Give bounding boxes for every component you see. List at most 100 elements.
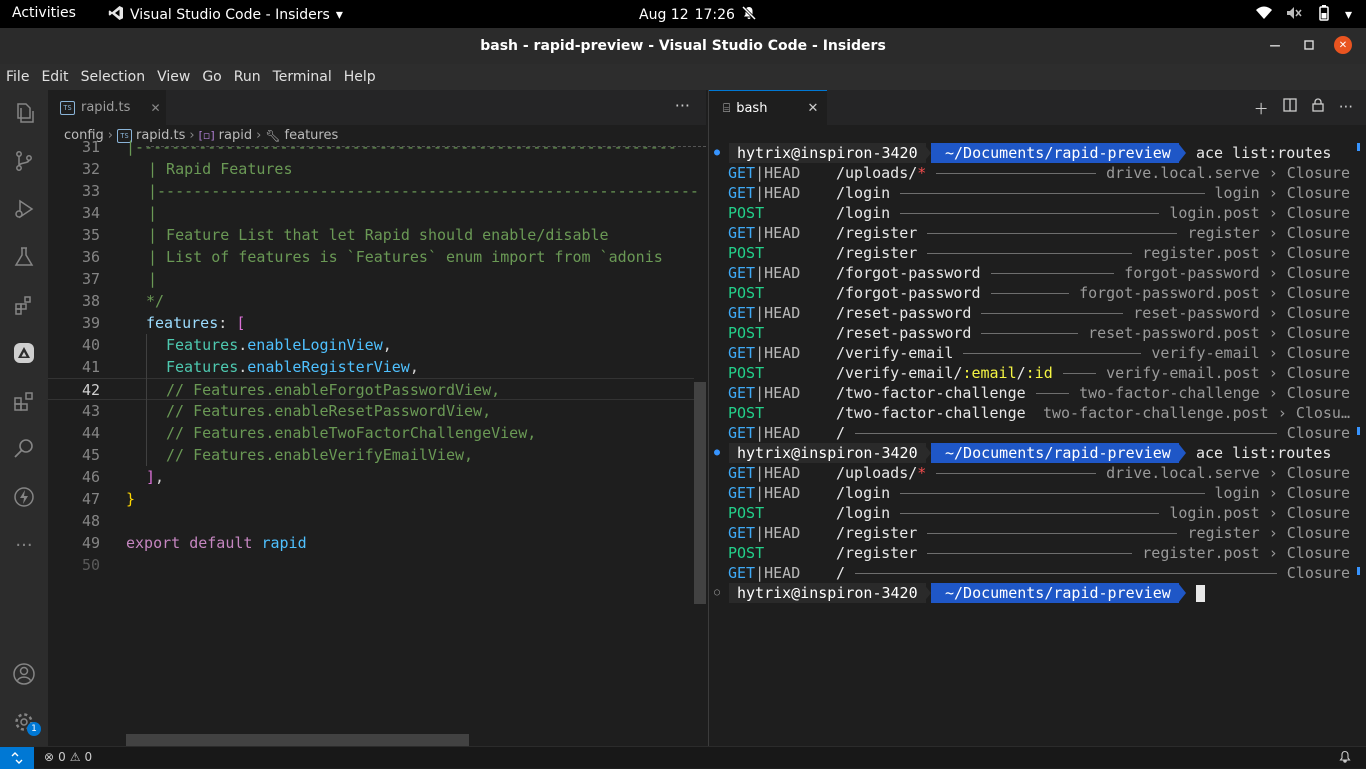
terminal-command: ace list:routes xyxy=(1196,444,1332,462)
route-leader-line xyxy=(981,313,1123,314)
route-row: GET|HEAD/reset-password reset-password › … xyxy=(709,303,1366,323)
close-tab-icon[interactable]: ✕ xyxy=(150,101,160,115)
more-icon[interactable]: ··· xyxy=(11,532,37,558)
terminal-actions: ＋ ··· xyxy=(1254,98,1353,119)
terminal-cursor xyxy=(1196,585,1205,602)
lock-icon[interactable] xyxy=(1311,98,1325,119)
route-row: GET|HEAD/login login › Closure xyxy=(709,483,1366,503)
caret-down-icon: ▾ xyxy=(335,7,343,23)
editor-horizontal-scrollbar[interactable] xyxy=(126,734,469,746)
terminal-command: ace list:routes xyxy=(1196,144,1332,162)
new-terminal-plus-icon[interactable]: ＋ xyxy=(1254,98,1269,119)
source-control-icon[interactable] xyxy=(11,148,37,174)
remote-indicator-icon[interactable] xyxy=(0,747,34,769)
search-icon[interactable] xyxy=(11,436,37,462)
route-path: /reset-password xyxy=(836,304,972,322)
menu-terminal[interactable]: Terminal xyxy=(267,69,338,85)
clock[interactable]: Aug 12 17:26 xyxy=(639,5,757,25)
command-status-dot-icon[interactable]: ● xyxy=(714,443,720,463)
route-path: /register xyxy=(836,224,918,242)
wifi-icon xyxy=(1255,5,1273,25)
close-tab-icon[interactable]: ✕ xyxy=(807,101,818,116)
extensions-icon[interactable] xyxy=(11,292,37,318)
route-path: /login xyxy=(836,504,891,522)
route-path: /register xyxy=(836,244,918,262)
route-methods: POST xyxy=(728,324,765,342)
route-handler: drive.local.serve › Closure xyxy=(1106,464,1350,482)
route-row: GET|HEAD/forgot-password forgot-password … xyxy=(709,263,1366,283)
notifications-bell-icon[interactable] xyxy=(1338,750,1352,767)
system-tray[interactable]: ▾ xyxy=(1255,4,1352,26)
editor-tab-bar: TS rapid.ts ✕ ··· xyxy=(48,90,706,125)
route-row: POST/reset-password reset-password.post ›… xyxy=(709,323,1366,343)
route-path: /register xyxy=(836,544,918,562)
route-leader-line xyxy=(855,573,1277,574)
menu-run[interactable]: Run xyxy=(228,69,267,85)
battery-icon xyxy=(1315,4,1333,26)
tab-rapid-ts[interactable]: TS rapid.ts ✕ xyxy=(48,90,166,125)
code-line: 40 Features.enableLoginView, xyxy=(81,336,392,354)
editor-vertical-scrollbar[interactable] xyxy=(694,382,706,604)
activities-button[interactable]: Activities xyxy=(12,5,76,21)
code-line: 45// Features.enableVerifyEmailView, xyxy=(81,446,474,464)
split-terminal-icon[interactable] xyxy=(1283,98,1297,119)
prompt-cwd: ~/Documents/rapid-preview xyxy=(931,143,1179,163)
code-line: 47} xyxy=(81,490,136,508)
code-line: 34 | xyxy=(81,204,158,222)
account-icon[interactable] xyxy=(11,661,37,687)
editor-more-actions-icon[interactable]: ··· xyxy=(675,96,690,115)
activity-bar: ··· 1 xyxy=(0,90,48,746)
code-line: 39 features: [ xyxy=(81,314,246,332)
route-handler: register.post › Closure xyxy=(1142,244,1350,262)
route-row: POST/register register.post › Closure xyxy=(709,243,1366,263)
app-menu[interactable]: Visual Studio Code - Insiders ▾ xyxy=(108,5,343,25)
explorer-icon[interactable] xyxy=(11,100,37,126)
menu-help[interactable]: Help xyxy=(338,69,382,85)
close-window-button[interactable]: ✕ xyxy=(1334,36,1352,54)
menu-go[interactable]: Go xyxy=(196,69,227,85)
minimize-button[interactable]: — xyxy=(1266,36,1284,54)
prompt-separator-icon xyxy=(923,443,931,463)
window-controls: — ✕ xyxy=(1266,36,1352,54)
route-methods: GET|HEAD xyxy=(728,304,801,322)
code-line: 38 */ xyxy=(81,292,165,310)
run-debug-icon[interactable] xyxy=(11,196,37,222)
route-path: /two-factor-challenge xyxy=(836,404,1026,422)
code-line: 44// Features.enableTwoFactorChallengeVi… xyxy=(81,424,537,442)
route-methods: POST xyxy=(728,404,765,422)
code-area[interactable]: 31 |-------------------------------------… xyxy=(48,138,706,728)
editor-pane: TS rapid.ts ✕ ··· config › TS rapid.ts ›… xyxy=(48,90,706,746)
terminal-prompt: ○ hytrix@inspiron-3420 ~/Documents/rapid-p… xyxy=(709,583,1366,603)
route-row: GET|HEAD/uploads/* drive.local.serve › Cl… xyxy=(709,463,1366,483)
route-methods: GET|HEAD xyxy=(728,564,801,582)
route-handler: login › Closure xyxy=(1214,484,1350,502)
more-actions-icon[interactable]: ··· xyxy=(1339,98,1353,119)
menu-selection[interactable]: Selection xyxy=(75,69,152,85)
tab-bash[interactable]: ⌸ bash ✕ xyxy=(709,90,827,125)
route-path: /forgot-password xyxy=(836,264,981,282)
testing-icon[interactable] xyxy=(11,244,37,270)
menu-edit[interactable]: Edit xyxy=(35,69,74,85)
route-row: GET|HEAD/verify-email verify-email › Clos… xyxy=(709,343,1366,363)
route-path: / xyxy=(836,424,846,442)
warning-icon: ⚠ xyxy=(69,750,81,764)
remote-explorer-icon[interactable] xyxy=(11,388,37,414)
route-handler: two-factor-challenge › Closure xyxy=(1079,384,1350,402)
command-status-dot-icon[interactable]: ● xyxy=(714,143,720,163)
window-title: bash - rapid-preview - Visual Studio Cod… xyxy=(480,38,886,54)
command-pending-dot-icon[interactable]: ○ xyxy=(714,583,720,603)
route-leader-line xyxy=(900,493,1205,494)
thunder-client-icon[interactable] xyxy=(11,484,37,510)
maximize-button[interactable] xyxy=(1300,36,1318,54)
route-row: GET|HEAD / Closure xyxy=(709,423,1366,443)
menu-view[interactable]: View xyxy=(151,69,196,85)
route-leader-line xyxy=(900,193,1205,194)
menu-file[interactable]: File xyxy=(0,69,35,85)
adonis-icon[interactable] xyxy=(11,340,37,366)
vscode-app-icon xyxy=(108,5,124,25)
route-handler: Closure xyxy=(1286,564,1350,582)
system-menu-caret-icon: ▾ xyxy=(1344,7,1352,23)
route-methods: POST xyxy=(728,244,765,262)
prompt-user-host: hytrix@inspiron-3420 xyxy=(729,143,926,163)
problems-indicator[interactable]: ⊗ 0 ⚠ 0 xyxy=(44,750,92,764)
